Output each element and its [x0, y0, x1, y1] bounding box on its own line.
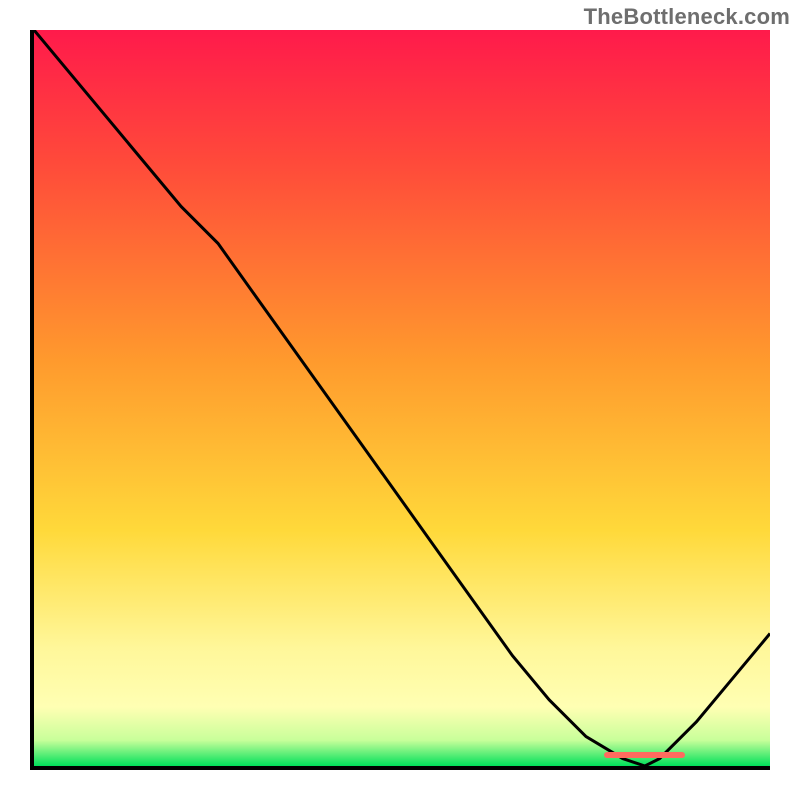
bottleneck-curve: [34, 30, 770, 766]
curve-path: [34, 30, 770, 766]
optimal-marker: [604, 752, 685, 758]
plot-area: [30, 30, 770, 770]
chart-container: TheBottleneck.com: [0, 0, 800, 800]
watermark-text: TheBottleneck.com: [584, 4, 790, 30]
